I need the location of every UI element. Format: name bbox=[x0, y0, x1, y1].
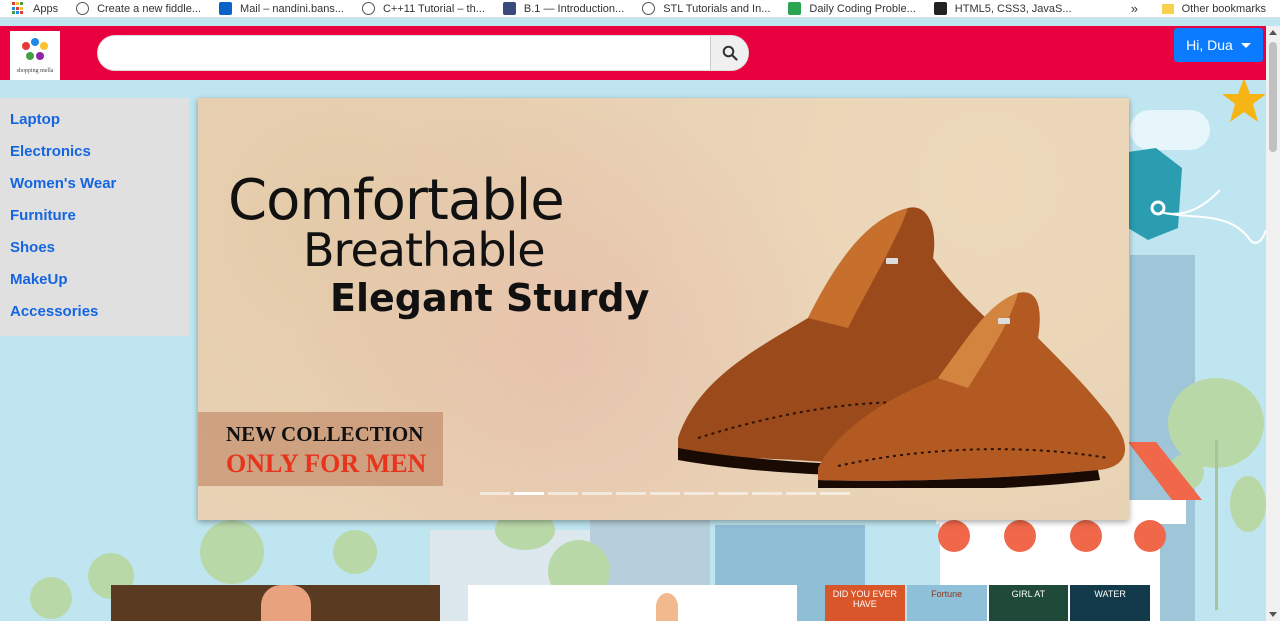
star-icon bbox=[1222, 80, 1266, 122]
collection-tagline: ONLY FOR MEN bbox=[226, 449, 427, 478]
user-menu-button[interactable]: Hi, Dua bbox=[1174, 28, 1263, 62]
carousel-indicator[interactable] bbox=[582, 492, 612, 495]
bookmark-item[interactable]: STL Tutorials and In... bbox=[624, 0, 770, 18]
bookmarks-bar: Apps Create a new fiddle... Mail – nandi… bbox=[0, 0, 1280, 18]
bookmark-item[interactable]: Mail – nandini.bans... bbox=[201, 0, 344, 18]
bookmark-item[interactable]: B.1 — Introduction... bbox=[485, 0, 624, 18]
other-bookmarks[interactable]: Other bookmarks bbox=[1161, 0, 1266, 18]
carousel-indicators bbox=[480, 492, 850, 495]
category-sidebar: Laptop Electronics Women's Wear Furnitur… bbox=[0, 98, 189, 336]
outlook-icon bbox=[219, 2, 233, 15]
search-icon bbox=[722, 45, 738, 61]
carousel-indicator[interactable] bbox=[786, 492, 816, 495]
tree-trunk bbox=[1215, 440, 1218, 610]
apps-grid-icon bbox=[12, 2, 25, 15]
books-tile[interactable]: DID YOU EVER HAVE Fortune GIRL AT WATER bbox=[825, 585, 1150, 621]
bookmark-label: Create a new fiddle... bbox=[97, 2, 202, 15]
bookmark-item[interactable]: Create a new fiddle... bbox=[58, 0, 201, 18]
banner-line-3: Elegant Sturdy bbox=[330, 276, 650, 320]
other-bookmarks-label: Other bookmarks bbox=[1181, 3, 1266, 15]
bookmark-label: Apps bbox=[33, 2, 59, 15]
site-logo[interactable]: shopping mella bbox=[10, 31, 60, 80]
book-title: Fortune bbox=[931, 589, 963, 599]
bookmark-item[interactable]: Daily Coding Proble... bbox=[770, 0, 916, 18]
book-cover: WATER bbox=[1070, 585, 1150, 621]
tree bbox=[30, 577, 72, 619]
sidebar-item-shoes[interactable]: Shoes bbox=[0, 236, 189, 268]
collection-label: NEW COLLECTION ONLY FOR MEN bbox=[198, 412, 443, 486]
carousel-indicator[interactable] bbox=[480, 492, 510, 495]
bookmark-apps[interactable]: Apps bbox=[0, 0, 58, 18]
bookmark-label: C++11 Tutorial – th... bbox=[382, 2, 485, 15]
sidebar-item-womens-wear[interactable]: Women's Wear bbox=[0, 172, 189, 204]
bookmarks-overflow-button[interactable]: » bbox=[1131, 0, 1138, 18]
sidebar-item-makeup[interactable]: MakeUp bbox=[0, 268, 189, 300]
product-image bbox=[261, 585, 311, 621]
scrollbar-thumb[interactable] bbox=[1269, 42, 1277, 152]
sidebar-item-accessories[interactable]: Accessories bbox=[0, 300, 189, 332]
carousel-indicator[interactable] bbox=[752, 492, 782, 495]
cpp-icon bbox=[502, 2, 516, 15]
bookmark-label: STL Tutorials and In... bbox=[663, 2, 771, 15]
globe-icon bbox=[361, 2, 375, 15]
banner-line-2: Breathable bbox=[303, 223, 546, 277]
bookmark-label: HTML5, CSS3, JavaS... bbox=[954, 2, 1072, 15]
product-image bbox=[656, 593, 678, 621]
bookmark-label: B.1 — Introduction... bbox=[523, 2, 625, 15]
book-title: DID YOU EVER HAVE bbox=[832, 589, 898, 609]
shoe-image bbox=[678, 207, 1126, 488]
search-button[interactable] bbox=[710, 36, 748, 70]
logo-text: shopping mella bbox=[16, 67, 54, 74]
carousel-indicator[interactable] bbox=[820, 492, 850, 495]
product-tile[interactable] bbox=[468, 585, 797, 621]
tree bbox=[333, 530, 377, 574]
book-cover: DID YOU EVER HAVE bbox=[825, 585, 905, 621]
cloud bbox=[1130, 110, 1210, 150]
globe-icon bbox=[642, 2, 656, 15]
caret-down-icon bbox=[1240, 42, 1251, 48]
folder-icon bbox=[1161, 4, 1174, 14]
product-tile[interactable] bbox=[111, 585, 440, 621]
code-icon bbox=[933, 2, 947, 15]
logo-icon bbox=[20, 37, 50, 66]
tree bbox=[200, 520, 264, 584]
page-scrollbar[interactable] bbox=[1266, 26, 1280, 621]
site-header: shopping mella bbox=[0, 26, 1266, 80]
carousel-indicator[interactable] bbox=[514, 492, 544, 495]
green-doc-icon bbox=[788, 2, 802, 15]
tree bbox=[1230, 476, 1266, 532]
promo-carousel[interactable]: Comfortable Breathable Elegant Sturdy NE… bbox=[198, 98, 1129, 520]
carousel-indicator[interactable] bbox=[616, 492, 646, 495]
user-menu-label: Hi, Dua bbox=[1186, 37, 1233, 53]
sidebar-item-electronics[interactable]: Electronics bbox=[0, 140, 189, 172]
search-input[interactable] bbox=[98, 36, 711, 70]
book-title: GIRL AT bbox=[1011, 589, 1046, 599]
bookmark-item[interactable]: C++11 Tutorial – th... bbox=[344, 0, 485, 18]
book-cover: GIRL AT bbox=[988, 585, 1069, 621]
carousel-indicator[interactable] bbox=[650, 492, 680, 495]
carousel-indicator[interactable] bbox=[718, 492, 748, 495]
bookmark-item[interactable]: HTML5, CSS3, JavaS... bbox=[916, 0, 1072, 18]
collection-title: NEW COLLECTION bbox=[226, 422, 424, 446]
globe-icon bbox=[76, 2, 90, 15]
bookmark-label: Daily Coding Proble... bbox=[809, 2, 916, 15]
string-icon bbox=[1159, 190, 1266, 244]
scroll-up-icon[interactable] bbox=[1269, 30, 1277, 35]
search-bar bbox=[97, 35, 749, 71]
book-title: WATER bbox=[1094, 589, 1126, 599]
carousel-indicator[interactable] bbox=[548, 492, 578, 495]
book-cover: Fortune bbox=[906, 585, 987, 621]
scroll-down-icon[interactable] bbox=[1269, 612, 1277, 617]
bookmark-label: Mail – nandini.bans... bbox=[240, 2, 344, 15]
sidebar-item-laptop[interactable]: Laptop bbox=[0, 108, 189, 140]
sidebar-item-furniture[interactable]: Furniture bbox=[0, 204, 189, 236]
carousel-indicator[interactable] bbox=[684, 492, 714, 495]
